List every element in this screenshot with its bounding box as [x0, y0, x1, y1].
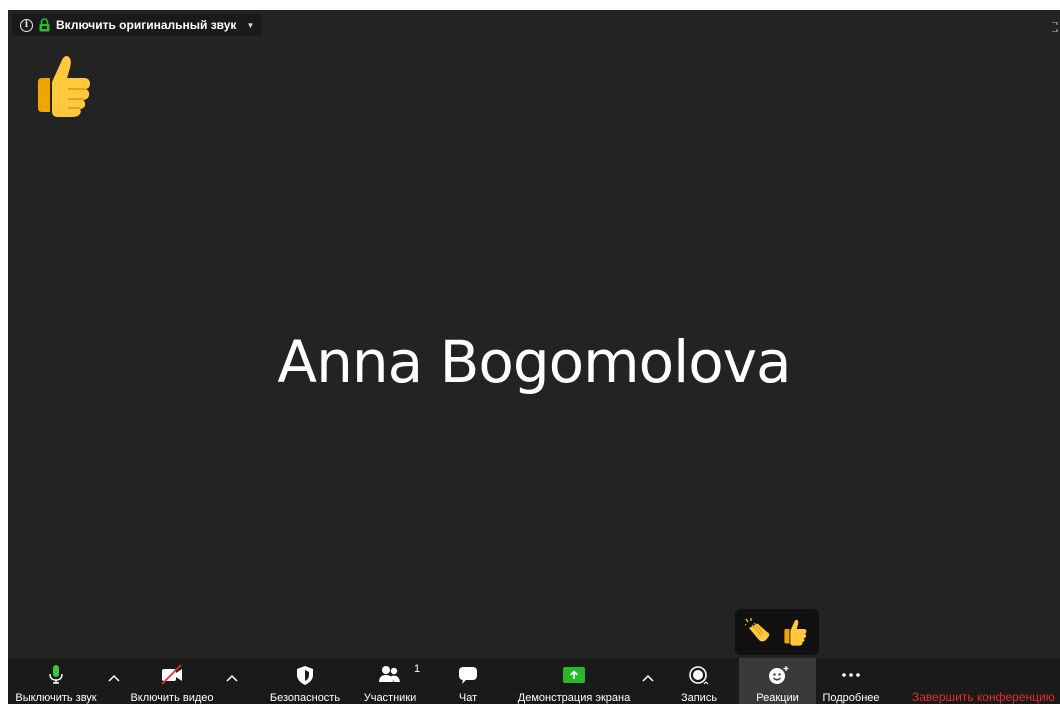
record-icon: [689, 666, 709, 685]
meeting-toolbar: Выключить звук Включить видео Безопаснос…: [8, 658, 1060, 704]
chat-label: Чат: [458, 692, 478, 704]
chevron-up-icon[interactable]: [106, 672, 122, 684]
reactions-label: Реакции: [756, 692, 799, 704]
chevron-down-icon[interactable]: ▼: [246, 21, 254, 30]
original-sound-button[interactable]: i Включить оригинальный звук ▼: [12, 14, 263, 36]
share-screen-label: Демонстрация экрана: [517, 692, 631, 704]
chevron-up-icon[interactable]: [224, 672, 240, 684]
security-button[interactable]: Безопасность: [262, 658, 348, 704]
reactions-icon: [768, 666, 788, 684]
more-button[interactable]: Подробнее: [816, 658, 886, 704]
share-screen-button[interactable]: Демонстрация экрана: [508, 658, 640, 704]
share-screen-icon: [563, 667, 585, 683]
record-label: Запись: [680, 692, 718, 704]
video-label: Включить видео: [130, 692, 214, 704]
chevron-up-icon[interactable]: [640, 672, 656, 684]
info-icon[interactable]: i: [20, 18, 33, 32]
original-sound-label: Включить оригинальный звук: [56, 18, 237, 32]
reactions-popup: [735, 609, 819, 655]
participants-label: Участники: [363, 692, 417, 704]
fullscreen-icon[interactable]: [1052, 22, 1058, 32]
shield-icon: [297, 666, 313, 685]
participants-button[interactable]: 1 Участники: [354, 658, 426, 704]
participant-name: Anna Bogomolova: [277, 328, 791, 396]
video-button[interactable]: Включить видео: [124, 658, 220, 704]
microphone-icon: [49, 665, 63, 684]
end-meeting-button[interactable]: Завершить конференцию: [912, 690, 1055, 704]
reactions-button[interactable]: Реакции: [739, 658, 816, 704]
chat-button[interactable]: Чат: [444, 658, 492, 704]
top-bar: i Включить оригинальный звук ▼: [8, 10, 1060, 40]
clapping-hands-icon[interactable]: [745, 618, 773, 646]
more-icon: [842, 673, 860, 677]
thumbs-up-icon[interactable]: [781, 618, 809, 646]
thumbs-up-icon: [38, 56, 90, 117]
more-label: Подробнее: [822, 692, 880, 704]
video-off-icon: [161, 664, 182, 685]
security-label: Безопасность: [269, 692, 341, 704]
meeting-window: i Включить оригинальный звук ▼ Anna Bogo…: [8, 10, 1060, 704]
mute-label: Выключить звук: [15, 692, 97, 704]
participants-count: 1: [414, 663, 421, 675]
record-button[interactable]: Запись: [672, 658, 726, 704]
chat-icon: [459, 667, 477, 684]
participants-icon: [379, 666, 400, 682]
lock-icon[interactable]: [39, 18, 50, 32]
mute-button[interactable]: Выключить звук: [8, 658, 104, 704]
